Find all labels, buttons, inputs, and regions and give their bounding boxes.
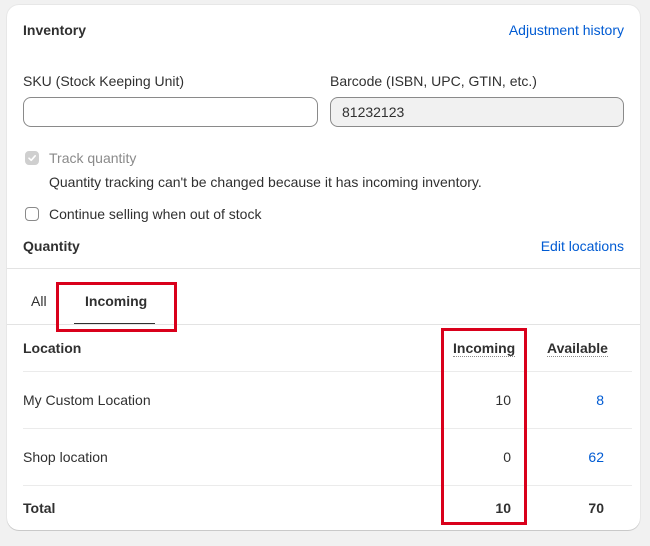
track-quantity-checkbox	[25, 151, 39, 165]
sku-label: SKU (Stock Keeping Unit)	[23, 73, 185, 89]
section-divider	[7, 268, 640, 269]
checkmark-icon	[28, 155, 36, 162]
row-location: My Custom Location	[23, 392, 151, 408]
continue-selling-checkbox[interactable]	[25, 207, 39, 221]
sku-input[interactable]	[23, 97, 318, 127]
column-header-available-underline	[547, 356, 608, 357]
track-quantity-label: Track quantity	[49, 150, 137, 166]
row-divider	[23, 428, 632, 429]
column-header-location: Location	[23, 340, 82, 356]
incoming-column-highlight-box	[441, 328, 527, 525]
adjustment-history-link[interactable]: Adjustment history	[509, 22, 624, 38]
total-available: 70	[588, 500, 604, 516]
tab-all[interactable]: All	[31, 293, 47, 309]
quantity-title: Quantity	[23, 238, 80, 254]
incoming-tab-highlight-box	[56, 282, 177, 332]
continue-selling-label[interactable]: Continue selling when out of stock	[49, 206, 261, 222]
row-available-link[interactable]: 62	[544, 449, 604, 465]
row-available-link[interactable]: 8	[544, 392, 604, 408]
row-divider	[23, 371, 632, 372]
row-location: Shop location	[23, 449, 108, 465]
track-quantity-help-text: Quantity tracking can't be changed becau…	[49, 174, 482, 190]
total-label: Total	[23, 500, 56, 516]
barcode-label: Barcode (ISBN, UPC, GTIN, etc.)	[330, 73, 537, 89]
column-header-available-label: Available	[547, 340, 608, 356]
edit-locations-link[interactable]: Edit locations	[541, 238, 624, 254]
inventory-card: Inventory Adjustment history SKU (Stock …	[7, 5, 640, 530]
inventory-title: Inventory	[23, 22, 87, 38]
column-header-available[interactable]: Available	[547, 340, 608, 357]
barcode-input[interactable]	[330, 97, 624, 127]
row-divider	[23, 485, 632, 486]
